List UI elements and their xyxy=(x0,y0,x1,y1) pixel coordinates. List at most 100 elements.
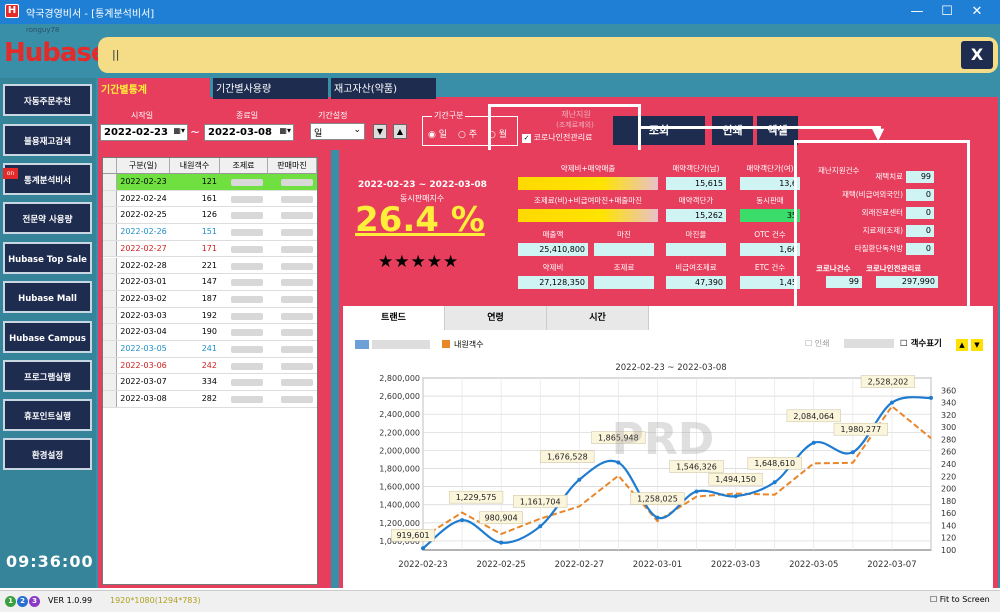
sidebar-item-auto-order[interactable]: 자동주문추천 xyxy=(3,84,92,116)
disaster-row-value: 0 xyxy=(906,243,934,255)
print-checkbox[interactable]: ☐ 인쇄 xyxy=(805,338,829,349)
start-date-field[interactable]: 2022-02-23 ▦▾ xyxy=(100,124,188,141)
row-count: 121 xyxy=(201,177,217,186)
scale-up-button[interactable]: ▲ xyxy=(956,339,968,351)
row-count: 161 xyxy=(201,193,217,203)
status-dot-2[interactable]: 2 xyxy=(17,596,28,607)
tab-period-usage[interactable]: 기간별사용량 xyxy=(213,78,328,99)
etc-count-label: ETC 건수 xyxy=(754,263,786,272)
sidebar-item-campus[interactable]: Hubase Campus xyxy=(3,321,92,353)
data-point xyxy=(694,489,699,494)
table-row[interactable]: 2022-03-06 242 xyxy=(103,357,317,375)
count-display-checkbox[interactable]: ☐ 객수표기 xyxy=(900,337,942,349)
tab-age[interactable]: 연령 xyxy=(445,306,547,330)
table-row[interactable]: 2022-02-28 221 xyxy=(103,257,317,275)
y2-tick-label: 240 xyxy=(941,460,956,469)
col-date-header[interactable]: 구분(일) xyxy=(117,158,170,174)
calendar-icon[interactable]: ▦▾ xyxy=(173,126,185,135)
corona-count-label: 코로나건수 xyxy=(816,264,851,273)
x-tick-label: 2022-03-05 xyxy=(789,560,838,570)
redacted-cell xyxy=(281,229,313,237)
sidebar-item-unused-stock[interactable]: 불용재고검색 xyxy=(3,124,92,156)
data-label: 2,084,064 xyxy=(793,412,834,421)
col-margin-header[interactable]: 판매마진 xyxy=(268,158,317,174)
sidebar-item-rx-usage[interactable]: 전문약 사용량 xyxy=(3,202,92,234)
table-row[interactable]: 2022-02-26 151 xyxy=(103,224,317,241)
disaster-row-value: 0 xyxy=(906,207,934,219)
end-date-field[interactable]: 2022-03-08 ▦▾ xyxy=(204,124,294,141)
sales-label: 매출액 xyxy=(542,230,564,239)
data-point xyxy=(499,540,504,545)
sidebar-item-top-sale[interactable]: Hubase Top Sale xyxy=(3,242,92,274)
margin-rate-label: 마진율 xyxy=(685,230,707,239)
tab-period-stats[interactable]: 기간별통계 xyxy=(98,78,210,99)
period-type-label: 기간구분 xyxy=(432,110,466,121)
pause-icon[interactable]: || xyxy=(112,48,119,61)
row-header xyxy=(103,290,117,307)
table-row[interactable]: 2022-03-03 192 xyxy=(103,307,317,325)
daily-table: 구분(일) 내원객수 조제료 판매마진 2022-02-23 121 2022-02… xyxy=(102,157,318,585)
tab-time[interactable]: 시간 xyxy=(547,306,649,330)
period-down-button[interactable]: ▼ xyxy=(373,124,387,139)
tab-inventory[interactable]: 재고자산(약품) xyxy=(331,78,436,99)
y2-tick-label: 220 xyxy=(941,472,956,481)
chart-title: 2022-02-23 ~ 2022-03-08 xyxy=(615,363,726,373)
print-button[interactable]: 인쇄 xyxy=(712,116,753,145)
data-point xyxy=(577,477,582,482)
sidebar-item-mall[interactable]: Hubase Mall xyxy=(3,281,92,313)
redacted-cell xyxy=(231,262,263,270)
minimize-button[interactable]: — xyxy=(902,2,932,22)
excel-button[interactable]: 엑셀 xyxy=(757,116,798,145)
otc-count-label: OTC 건수 xyxy=(754,230,786,239)
y-tick-label: 1,800,000 xyxy=(379,465,420,474)
status-dot-1[interactable]: 1 xyxy=(5,596,16,607)
row-count: 192 xyxy=(201,310,217,320)
table-row[interactable]: 2022-03-02 187 xyxy=(103,290,317,308)
start-date-value: 2022-02-23 xyxy=(104,127,168,138)
fit-screen-checkbox[interactable]: ☐ Fit to Screen xyxy=(930,595,990,604)
legend-redacted xyxy=(372,340,430,349)
data-label: 2,528,202 xyxy=(868,378,909,387)
radio-week[interactable]: ○ 주 xyxy=(458,127,477,140)
period-up-button[interactable]: ▲ xyxy=(393,124,407,139)
index-value: 26.4 % xyxy=(355,200,485,240)
calendar-icon[interactable]: ▦▾ xyxy=(279,126,291,135)
col-visits-header[interactable]: 내원객수 xyxy=(170,158,220,174)
row-header xyxy=(103,257,117,274)
row-count: 171 xyxy=(201,243,217,253)
chevron-down-icon: ⌄ xyxy=(353,125,361,135)
maximize-button[interactable]: ☐ xyxy=(932,2,962,22)
redacted-select xyxy=(844,339,894,348)
tab-trend[interactable]: 트랜드 xyxy=(343,306,445,330)
sidebar-item-hupoint[interactable]: 휴포인트실행 xyxy=(3,399,92,431)
redacted-cell xyxy=(231,312,263,320)
y-tick-label: 2,200,000 xyxy=(379,428,420,437)
y2-tick-label: 320 xyxy=(941,411,956,420)
col-disp-fee-header[interactable]: 조제료 xyxy=(220,158,268,174)
table-row[interactable]: 2022-02-23 121 xyxy=(103,174,317,191)
table-row[interactable]: 2022-02-24 161 xyxy=(103,190,317,208)
sidebar-item-program-run[interactable]: 프로그램실행 xyxy=(3,360,92,392)
etc-count-value: 1,45 xyxy=(740,276,800,289)
status-dot-3[interactable]: 3 xyxy=(29,596,40,607)
data-label: 919,601 xyxy=(396,531,429,540)
row-count: 242 xyxy=(201,360,217,370)
close-button[interactable]: X xyxy=(961,41,993,69)
table-row[interactable]: 2022-03-01 147 xyxy=(103,274,317,291)
radio-day[interactable]: ◉ 일 xyxy=(428,127,447,140)
window-close-button[interactable]: ✕ xyxy=(962,2,992,22)
table-row[interactable]: 2022-02-27 171 xyxy=(103,240,317,258)
period-select[interactable]: 일 ⌄ xyxy=(310,123,365,140)
table-row[interactable]: 2022-03-07 334 xyxy=(103,374,317,392)
table-row[interactable]: 2022-03-08 282 xyxy=(103,391,317,408)
data-point xyxy=(733,494,738,499)
sidebar-item-settings[interactable]: 환경설정 xyxy=(3,438,92,470)
y2-tick-label: 140 xyxy=(941,521,956,530)
table-row[interactable]: 2022-03-04 190 xyxy=(103,324,317,341)
redacted-cell xyxy=(281,329,313,337)
scale-down-button[interactable]: ▼ xyxy=(971,339,983,351)
redacted-cell xyxy=(231,362,263,370)
table-row[interactable]: 2022-03-05 241 xyxy=(103,341,317,358)
row-header xyxy=(103,307,117,324)
table-row[interactable]: 2022-02-25 126 xyxy=(103,207,317,225)
